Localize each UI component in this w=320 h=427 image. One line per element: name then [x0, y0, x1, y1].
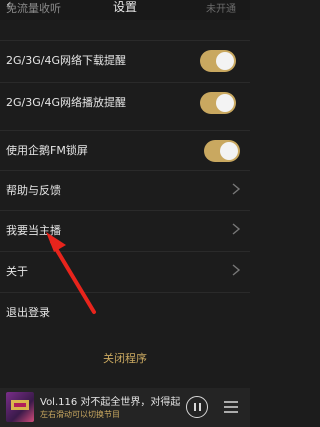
settings-row-lockscreen[interactable]: 使用企鹅FM锁屏: [0, 130, 250, 168]
track-title: Vol.116 对不起全世界，对得起...: [40, 397, 180, 408]
pause-bar: [194, 403, 196, 411]
settings-row-label: 关于: [6, 265, 28, 278]
settings-row-label: 使用企鹅FM锁屏: [6, 144, 88, 157]
toggle-knob: [216, 52, 234, 70]
settings-row-play-alert[interactable]: 2G/3G/4G网络播放提醒: [0, 82, 250, 120]
track-hint: 左右滑动可以切换节目: [40, 410, 120, 419]
toggle-knob: [216, 94, 234, 112]
pause-bar: [199, 403, 201, 411]
download-alert-toggle[interactable]: [200, 50, 236, 72]
settings-row-download-alert[interactable]: 2G/3G/4G网络下载提醒: [0, 40, 250, 78]
settings-row-value: 未开通: [206, 4, 236, 15]
chevron-right-icon: [232, 223, 241, 235]
chevron-right-icon: [232, 183, 241, 195]
settings-row-label: 2G/3G/4G网络下载提醒: [6, 54, 126, 67]
settings-row-become-host[interactable]: 我要当主播: [0, 210, 250, 248]
toggle-knob: [220, 142, 238, 160]
chevron-right-icon: [232, 264, 241, 276]
mini-player[interactable]: Vol.116 对不起全世界，对得起... 左右滑动可以切换节目: [0, 388, 250, 427]
settings-row-label: 我要当主播: [6, 224, 61, 237]
settings-row-help[interactable]: 帮助与反馈: [0, 170, 250, 208]
pause-button[interactable]: [186, 396, 208, 418]
settings-row-free-data[interactable]: 免流量收听 未开通: [0, 2, 250, 20]
settings-row-label: 免流量收听: [6, 2, 61, 15]
settings-row-label: 2G/3G/4G网络播放提醒: [6, 96, 126, 109]
settings-row-label: 退出登录: [6, 306, 50, 319]
playlist-icon[interactable]: [222, 398, 240, 416]
settings-row-logout[interactable]: 退出登录: [0, 292, 250, 334]
close-app-button[interactable]: 关闭程序: [0, 344, 250, 374]
lockscreen-toggle[interactable]: [204, 140, 240, 162]
album-art-icon: [11, 400, 29, 410]
settings-row-about[interactable]: 关于: [0, 251, 250, 289]
settings-row-label: 帮助与反馈: [6, 184, 61, 197]
play-alert-toggle[interactable]: [200, 92, 236, 114]
